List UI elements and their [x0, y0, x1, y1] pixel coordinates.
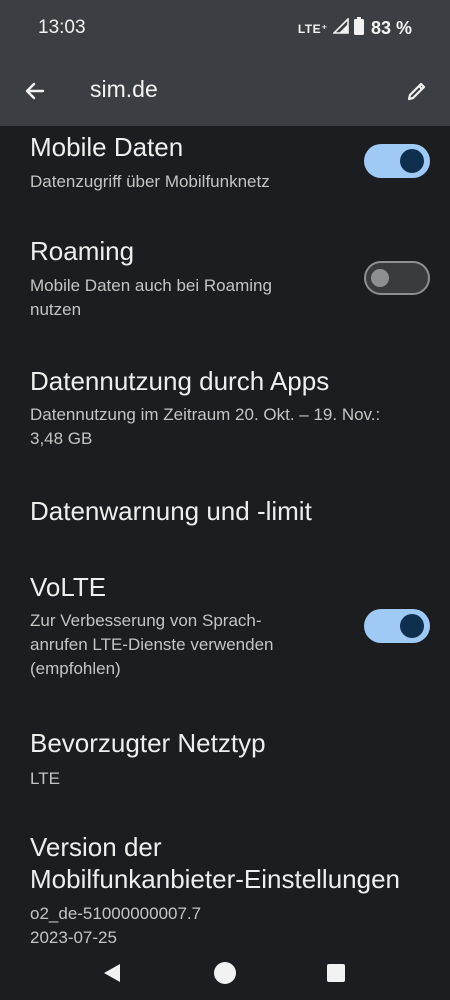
- setting-subtitle-line1: Zur Verbesserung von Sprach-: [30, 611, 262, 630]
- toggle-knob: [400, 614, 424, 638]
- triangle-back-icon: [104, 964, 120, 982]
- circle-home-icon: [214, 962, 236, 984]
- navigation-bar: [0, 946, 450, 1000]
- setting-title: VoLTE: [30, 572, 107, 602]
- nav-home-button[interactable]: [211, 959, 239, 987]
- setting-volte[interactable]: VoLTE Zur Verbesserung von Sprach- anruf…: [0, 566, 450, 696]
- setting-title: Mobile Daten: [30, 132, 184, 162]
- app-bar: sim.de: [0, 56, 450, 126]
- network-type: LTE⁺: [297, 21, 328, 36]
- setting-subtitle: Datenzugriff über Mobilfunknetz: [30, 172, 270, 191]
- setting-mobile-data[interactable]: Mobile Daten Datenzugriff über Mobilfunk…: [0, 126, 450, 221]
- setting-preferred-network[interactable]: Bevorzugter Netztyp LTE: [0, 721, 450, 801]
- square-recents-icon: [327, 964, 345, 982]
- setting-subtitle-line2: anrufen LTE-Dienste verwenden: [30, 635, 274, 654]
- battery-percent: 83 %: [370, 18, 412, 38]
- roaming-toggle[interactable]: [364, 261, 430, 295]
- setting-subtitle-line1: Datennutzung im Zeitraum 20. Okt. – 19. …: [30, 405, 381, 424]
- setting-subtitle-line3: (empfohlen): [30, 659, 121, 678]
- status-time: 13:03: [38, 17, 86, 38]
- setting-subtitle-line2: nutzen: [30, 300, 82, 319]
- setting-subtitle-line2: 2023-07-25: [30, 928, 117, 946]
- setting-roaming[interactable]: Roaming Mobile Daten auch bei Roaming nu…: [0, 226, 450, 336]
- page-title: sim.de: [90, 76, 158, 102]
- toggle-knob: [400, 149, 424, 173]
- setting-carrier-version[interactable]: Version der Mobilfunkanbieter-Einstellun…: [0, 826, 450, 946]
- setting-subtitle-line2: 3,48 GB: [30, 429, 93, 448]
- setting-title: Bevorzugter Netztyp: [30, 728, 266, 758]
- setting-subtitle-line1: Mobile Daten auch bei Roaming: [30, 276, 272, 295]
- status-indicators: LTE⁺ 83 %: [298, 17, 412, 40]
- setting-title: Roaming: [30, 236, 135, 266]
- setting-data-warning[interactable]: Datenwarnung und -limit: [0, 486, 450, 546]
- nav-recents-button[interactable]: [322, 959, 350, 987]
- setting-app-data-usage[interactable]: Datennutzung durch Apps Datennutzung im …: [0, 356, 450, 461]
- nav-back-button[interactable]: [98, 959, 126, 987]
- setting-title-line2: Mobilfunkanbieter-Einstellungen: [30, 864, 401, 894]
- setting-subtitle: LTE: [30, 769, 60, 788]
- pencil-icon: [407, 82, 426, 101]
- battery-icon: [353, 17, 364, 40]
- setting-title-line1: Version der: [30, 832, 162, 862]
- setting-title: Datennutzung durch Apps: [30, 366, 330, 396]
- setting-subtitle-line1: o2_de-51000000007.7: [30, 904, 202, 923]
- setting-title: Datenwarnung und -limit: [30, 496, 312, 526]
- signal-icon: [332, 17, 349, 39]
- arrow-left-icon: [25, 82, 45, 100]
- back-button[interactable]: [18, 74, 52, 108]
- toggle-knob: [371, 269, 389, 287]
- edit-button[interactable]: [400, 74, 434, 108]
- status-bar: 13:03 LTE⁺ 83 %: [0, 0, 450, 56]
- volte-toggle[interactable]: [364, 609, 430, 643]
- settings-list: Mobile Daten Datenzugriff über Mobilfunk…: [0, 126, 450, 946]
- mobile-data-toggle[interactable]: [364, 144, 430, 178]
